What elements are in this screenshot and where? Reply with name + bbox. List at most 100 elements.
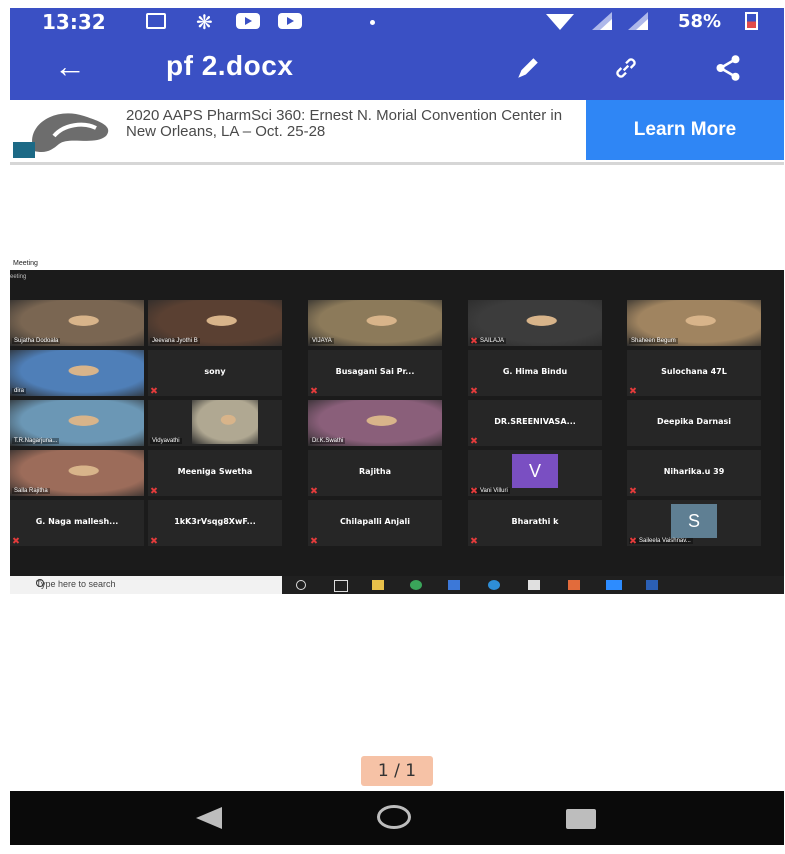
word-icon[interactable] xyxy=(646,580,658,590)
participant-tile[interactable]: S Saileela Vaishnav... xyxy=(627,500,761,546)
cortana-icon[interactable] xyxy=(296,580,306,590)
mic-muted-icon xyxy=(311,487,317,493)
powerpoint-icon[interactable] xyxy=(568,580,580,590)
participant-tile[interactable]: Niharika.u 39 xyxy=(627,450,761,496)
ad-choices-icon[interactable] xyxy=(13,142,35,158)
taskbar-search-placeholder: Type here to search xyxy=(36,579,116,589)
participant-tile[interactable]: Sujatha Dodoala xyxy=(10,300,144,346)
participant-tile[interactable]: Rajitha xyxy=(308,450,442,496)
mic-muted-icon xyxy=(471,437,477,443)
ad-banner[interactable]: 2020 AAPS PharmSci 360: Ernest N. Morial… xyxy=(10,100,784,165)
participant-name: Meeniga Swetha xyxy=(177,467,253,476)
participant-tile[interactable]: VIJAYA xyxy=(308,300,442,346)
share-button[interactable] xyxy=(708,50,748,86)
app-bar: ← pf 2.docx xyxy=(10,36,784,100)
notes-icon xyxy=(146,13,166,29)
participant-tile[interactable]: G. Hima Bindu xyxy=(468,350,602,396)
participant-tile[interactable]: sony xyxy=(148,350,282,396)
youtube-icon xyxy=(236,13,260,29)
ad-logo-icon xyxy=(32,113,109,153)
mic-muted-icon xyxy=(151,387,157,393)
participant-tile[interactable]: Sulochana 47L xyxy=(627,350,761,396)
participant-label: Sujatha Dodoala xyxy=(12,338,61,344)
participant-name: Bharathi k xyxy=(511,517,559,526)
task-view-icon[interactable] xyxy=(334,580,348,592)
edit-button[interactable] xyxy=(508,50,548,86)
mic-muted-icon xyxy=(471,537,477,543)
participant-tile[interactable]: DR.SREENIVASA... xyxy=(468,400,602,446)
zoom-icon[interactable] xyxy=(606,580,622,590)
participant-video xyxy=(10,350,144,396)
page-indicator: 1 / 1 xyxy=(361,756,433,786)
participant-name: Niharika.u 39 xyxy=(663,467,725,476)
participant-avatar: S xyxy=(671,504,717,538)
participant-tile[interactable]: V Vani Villuri xyxy=(468,450,602,496)
pencil-icon xyxy=(518,58,538,78)
participant-tile[interactable]: Chilapalli Anjali xyxy=(308,500,442,546)
participant-label: Vidyavathi xyxy=(150,438,182,444)
participant-tile[interactable]: Salla Rajitha xyxy=(10,450,144,496)
mic-muted-icon xyxy=(311,537,317,543)
wifi-icon xyxy=(546,14,574,30)
participant-tile[interactable]: Deepika Darnasi xyxy=(627,400,761,446)
mic-muted-icon xyxy=(630,487,636,493)
participant-name: 1kK3rVsqg8XwF... xyxy=(174,517,256,526)
taskbar-search[interactable]: Type here to search xyxy=(10,576,282,594)
notification-dot-icon xyxy=(370,20,375,25)
participant-tile[interactable]: Jeevana Jyothi B xyxy=(148,300,282,346)
participant-avatar: V xyxy=(512,454,558,488)
participant-video xyxy=(192,400,258,444)
back-button[interactable]: ← xyxy=(54,48,86,84)
participant-name: Deepika Darnasi xyxy=(656,417,732,426)
participant-name: G. Hima Bindu xyxy=(502,367,568,376)
participant-tile[interactable]: Dr.K.Swathi xyxy=(308,400,442,446)
chrome-icon[interactable] xyxy=(410,580,422,590)
ad-text: 2020 AAPS PharmSci 360: Ernest N. Morial… xyxy=(126,107,563,140)
participant-tile[interactable]: Shaheen Begum xyxy=(627,300,761,346)
participant-tile[interactable]: dira xyxy=(10,350,144,396)
nav-back-icon[interactable] xyxy=(196,807,222,829)
participant-tile[interactable]: SAILAJA xyxy=(468,300,602,346)
participant-label: dira xyxy=(12,388,27,394)
participant-label: Dr.K.Swathi xyxy=(310,438,346,444)
participant-tile[interactable]: Busagani Sai Pr... xyxy=(308,350,442,396)
mic-muted-icon xyxy=(630,387,636,393)
participant-tile[interactable]: Bharathi k xyxy=(468,500,602,546)
participant-label: Shaheen Begum xyxy=(629,338,678,344)
battery-icon xyxy=(745,12,758,30)
mic-muted-icon xyxy=(311,387,317,393)
participant-tile[interactable]: G. Naga mallesh... xyxy=(10,500,144,546)
store-icon[interactable] xyxy=(528,580,540,590)
link-button[interactable] xyxy=(606,50,646,86)
nav-recents-icon[interactable] xyxy=(566,809,596,829)
battery-percent: 58% xyxy=(678,11,722,32)
participant-name: Sulochana 47L xyxy=(661,367,727,376)
window-caption: Meeting xyxy=(13,260,38,267)
snowflake-icon: ❋ xyxy=(196,12,213,34)
youtube-icon xyxy=(278,13,302,29)
participant-name: Chilapalli Anjali xyxy=(339,517,411,526)
window-subcaption: eeting xyxy=(10,274,27,280)
nav-home-icon[interactable] xyxy=(377,805,411,829)
participant-label: Salla Rajitha xyxy=(12,488,50,494)
learn-more-button[interactable]: Learn More xyxy=(586,100,784,160)
participant-tile[interactable]: Meeniga Swetha xyxy=(148,450,282,496)
participant-name: Rajitha xyxy=(359,467,391,476)
file-explorer-icon[interactable] xyxy=(372,580,384,590)
windows-taskbar: Type here to search xyxy=(10,576,784,594)
share-icon xyxy=(716,55,740,81)
participant-label: T.R.Nagarjuna... xyxy=(12,438,60,444)
participant-tile[interactable]: 1kK3rVsqg8XwF... xyxy=(148,500,282,546)
participant-label: Saileela Vaishnav... xyxy=(629,538,693,544)
mail-icon[interactable] xyxy=(448,580,460,590)
mic-muted-icon xyxy=(471,387,477,393)
mic-muted-icon xyxy=(630,537,636,543)
mic-muted-icon xyxy=(151,537,157,543)
status-time: 13:32 xyxy=(42,10,106,34)
participant-name: DR.SREENIVASA... xyxy=(494,417,576,426)
edge-icon[interactable] xyxy=(488,580,500,590)
mic-muted-icon xyxy=(471,487,477,493)
participant-tile[interactable]: T.R.Nagarjuna... xyxy=(10,400,144,446)
mic-muted-icon xyxy=(471,337,477,343)
participant-tile[interactable]: Vidyavathi xyxy=(148,400,282,446)
